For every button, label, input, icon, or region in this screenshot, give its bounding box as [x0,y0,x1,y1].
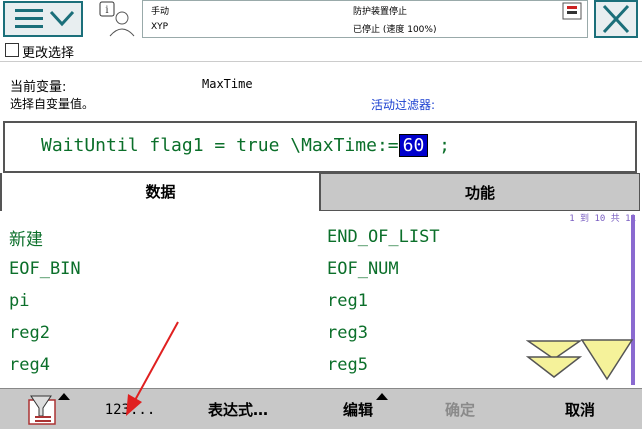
list-item[interactable]: reg2 [9,323,50,343]
list-item[interactable]: EOF_BIN [9,259,81,279]
expression-box: WaitUntil flag1 = true \MaxTime:= 60 ; [3,121,637,173]
svg-text:i: i [105,5,108,16]
subtitle-row [0,40,642,62]
expression-text: WaitUntil flag1 = true \MaxTime:= 60 ; [41,134,450,157]
expression-prefix: WaitUntil flag1 = true \MaxTime:= [41,135,399,156]
filter-icon [28,395,56,425]
edit-label: 编辑 [342,401,373,419]
list-item[interactable]: 新建 [9,225,43,250]
page-title: 更改选择 [22,46,75,61]
document-icon [5,43,19,57]
user-info-icon: i [99,1,135,37]
close-button[interactable] [594,0,638,38]
list-item[interactable]: reg1 [327,291,368,311]
tab-data-label: 数据 [145,183,176,201]
chevron-down-icon [580,339,634,381]
numpad-button[interactable]: 123... [90,389,170,429]
list-item[interactable]: reg4 [9,355,50,375]
tab-function-label: 功能 [464,184,495,202]
selected-argument[interactable]: 60 [398,134,429,157]
edit-button[interactable]: 编辑 [318,389,398,429]
event-log-button[interactable]: i [96,0,136,38]
run-state: 已停止 (速度 100%) [353,25,437,35]
robot-name: XYP [151,22,169,32]
tab-function[interactable]: 功能 [320,173,640,211]
scroll-down-button[interactable] [580,337,634,381]
list-item[interactable]: pi [9,291,29,311]
list-item[interactable]: END_OF_LIST [327,227,440,247]
bottom-toolbar: 123... 表达式… 编辑 确定 取消 [0,388,642,429]
current-variable-value: MaxTime [202,77,253,91]
caret-up-icon [376,393,388,400]
page-down-button[interactable] [525,337,583,381]
tab-data[interactable]: 数据 [0,173,320,211]
list-item[interactable]: EOF_NUM [327,259,399,279]
status-panel: 手动 XYP 防护装置停止 已停止 (速度 100%) [142,0,588,38]
hamburger-chevron-icon [15,9,75,28]
info-area: 当前变量: MaxTime 选择自变量值。 活动过滤器: [0,62,642,120]
page-indicator: 1 到 10 共 11 [569,214,636,224]
list-item[interactable]: reg3 [327,323,368,343]
caret-up-icon [58,393,70,400]
filter-button[interactable] [14,389,74,429]
mode-text: 手动 [151,7,170,17]
ok-button[interactable]: 确定 [420,389,500,429]
cancel-button[interactable]: 取消 [540,389,620,429]
safety-status: 防护装置停止 [353,7,408,17]
double-chevron-down-icon [525,340,583,378]
close-icon [602,4,630,34]
select-argument-label: 选择自变量值。 [10,97,95,111]
list-item[interactable]: reg5 [327,355,368,375]
quickset-flag-icon[interactable] [562,2,582,20]
active-filter-label: 活动过滤器: [371,98,436,112]
expression-suffix: ; [439,135,450,156]
main-menu-button[interactable] [3,1,83,37]
expression-button[interactable]: 表达式… [190,389,286,429]
current-variable-label: 当前变量: [10,80,67,95]
